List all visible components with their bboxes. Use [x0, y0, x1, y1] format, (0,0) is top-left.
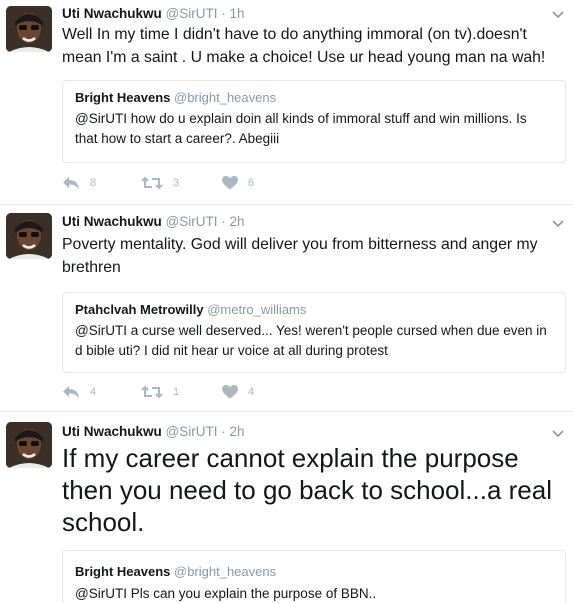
quoted-author-handle: @bright_heavens: [174, 90, 277, 105]
avatar-image: [6, 6, 52, 52]
quoted-tweet-header: Bright Heavens @bright_heavens: [75, 90, 276, 105]
like-count: 6: [248, 177, 255, 189]
separator-dot: ·: [221, 214, 226, 229]
avatar[interactable]: [6, 422, 52, 468]
heart-icon: [222, 176, 238, 190]
like-button[interactable]: 4: [222, 385, 254, 399]
more-options-chevron[interactable]: [552, 215, 564, 233]
author-handle[interactable]: @SirUTI: [166, 6, 218, 21]
quoted-author-name: Bright Heavens: [75, 564, 171, 579]
retweet-count: 3: [173, 177, 180, 189]
reply-button[interactable]: 8: [62, 176, 96, 190]
more-options-chevron[interactable]: [552, 6, 564, 24]
reply-icon: [63, 177, 79, 189]
tweet-timestamp[interactable]: 2h: [230, 214, 245, 229]
author-name[interactable]: Uti Nwachukwu: [62, 424, 162, 439]
like-count: 4: [248, 386, 255, 398]
tweet-1[interactable]: Uti Nwachukwu @SirUTI · 1h Well In my ti…: [0, 0, 574, 205]
quoted-author-name: Bright Heavens: [75, 90, 171, 105]
author-handle[interactable]: @SirUTI: [166, 424, 218, 439]
quoted-tweet[interactable]: Bright Heavens @bright_heavens @SirUTI P…: [62, 550, 566, 603]
tweet-3[interactable]: Uti Nwachukwu @SirUTI · 2h If my career …: [0, 412, 574, 603]
like-button[interactable]: 6: [222, 176, 254, 190]
quoted-tweet[interactable]: Bright Heavens @bright_heavens @SirUTI h…: [62, 80, 566, 163]
tweet-2[interactable]: Uti Nwachukwu @SirUTI · 2h Poverty menta…: [0, 205, 574, 412]
reply-button[interactable]: 4: [62, 385, 96, 399]
retweet-button[interactable]: 1: [141, 385, 179, 399]
tweet-timestamp[interactable]: 2h: [230, 424, 245, 439]
tweet-header: Uti Nwachukwu @SirUTI · 2h: [62, 214, 245, 229]
author-name[interactable]: Uti Nwachukwu: [62, 6, 162, 21]
avatar[interactable]: [6, 6, 52, 52]
quoted-tweet-text: @SirUTI Pls can you explain the purpose …: [75, 586, 377, 601]
tweet-text: If my career cannot explain the purpose …: [62, 443, 553, 537]
quoted-tweet-header: Ptahclvah Metrowilly @metro_williams: [75, 302, 306, 317]
chevron-down-icon: [552, 220, 564, 228]
tweet-timestamp[interactable]: 1h: [230, 6, 245, 21]
avatar-image: [6, 213, 52, 259]
quoted-tweet-text: @SirUTI a curse well deserved... Yes! we…: [75, 323, 547, 358]
separator-dot: ·: [221, 424, 226, 439]
tweet-header: Uti Nwachukwu @SirUTI · 1h: [62, 6, 245, 21]
quoted-author-name: Ptahclvah Metrowilly: [75, 302, 204, 317]
retweet-count: 1: [173, 386, 180, 398]
reply-icon: [63, 386, 79, 398]
separator-dot: ·: [221, 6, 226, 21]
tweet-text: Poverty mentality. God will deliver you …: [62, 236, 538, 276]
retweet-icon: [141, 385, 163, 399]
reply-count: 8: [90, 177, 97, 189]
quoted-tweet-text: @SirUTI how do u explain doin all kinds …: [75, 111, 527, 146]
quoted-author-handle: @metro_williams: [207, 302, 307, 317]
author-name[interactable]: Uti Nwachukwu: [62, 214, 162, 229]
tweet-header: Uti Nwachukwu @SirUTI · 2h: [62, 424, 245, 439]
reply-count: 4: [90, 386, 97, 398]
heart-icon: [222, 385, 238, 399]
quoted-author-handle: @bright_heavens: [174, 564, 277, 579]
retweet-icon: [141, 176, 163, 190]
avatar[interactable]: [6, 213, 52, 259]
tweet-text: Well In my time I didn't have to do anyt…: [62, 26, 546, 66]
retweet-button[interactable]: 3: [141, 176, 179, 190]
more-options-chevron[interactable]: [552, 425, 564, 443]
chevron-down-icon: [552, 430, 564, 438]
avatar-image: [6, 422, 52, 468]
quoted-tweet[interactable]: Ptahclvah Metrowilly @metro_williams @Si…: [62, 292, 566, 373]
author-handle[interactable]: @SirUTI: [166, 214, 218, 229]
chevron-down-icon: [552, 11, 564, 19]
quoted-tweet-header: Bright Heavens @bright_heavens: [75, 564, 276, 579]
